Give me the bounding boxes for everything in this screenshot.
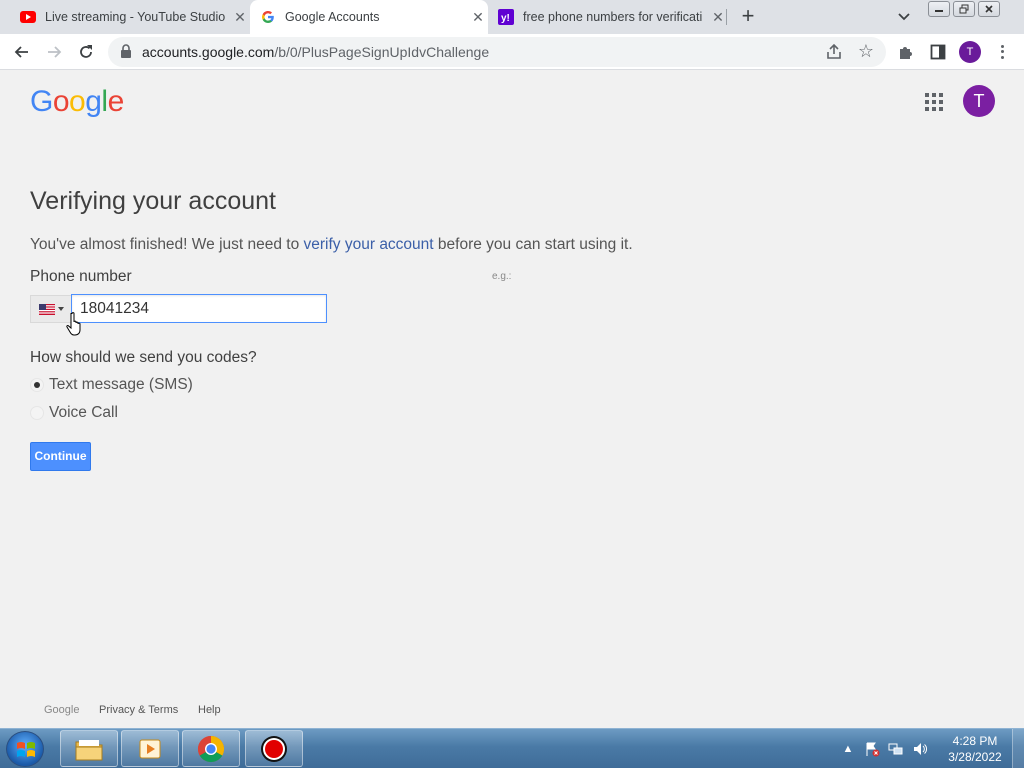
google-icon bbox=[260, 9, 276, 25]
show-desktop-button[interactable] bbox=[1012, 729, 1024, 768]
yahoo-icon: y! bbox=[498, 9, 514, 25]
chevron-down-icon bbox=[57, 307, 64, 311]
close-tab-icon[interactable]: ✕ bbox=[468, 9, 488, 26]
folder-icon bbox=[75, 739, 103, 760]
radio-selected-dot bbox=[34, 382, 40, 388]
close-window-button[interactable] bbox=[978, 1, 1000, 17]
action-center-flag-icon[interactable] bbox=[864, 741, 880, 757]
record-icon bbox=[261, 735, 287, 762]
browser-menu-icon[interactable] bbox=[994, 41, 1010, 63]
svg-text:y!: y! bbox=[501, 13, 510, 24]
restore-button[interactable] bbox=[953, 1, 975, 17]
taskbar-chrome[interactable] bbox=[182, 730, 240, 767]
back-arrow-icon[interactable] bbox=[10, 40, 34, 64]
clock-time: 4:28 PM bbox=[952, 734, 998, 748]
lock-icon[interactable] bbox=[120, 44, 134, 60]
sms-radio[interactable] bbox=[30, 378, 44, 392]
taskbar-clock[interactable]: 4:28 PM 3/28/2022 bbox=[940, 733, 1010, 765]
voice-call-option[interactable]: Voice Call bbox=[30, 404, 118, 422]
chrome-icon bbox=[197, 735, 225, 762]
media-player-icon bbox=[139, 739, 161, 758]
start-button[interactable] bbox=[6, 731, 44, 767]
intro-text-after: before you can start using it. bbox=[433, 236, 633, 253]
address-bar[interactable]: accounts.google.com/b/0/PlusPageSignUpId… bbox=[108, 37, 886, 67]
taskbar-recorder[interactable] bbox=[245, 730, 303, 767]
youtube-icon bbox=[20, 9, 36, 25]
bookmark-star-icon[interactable]: ☆ bbox=[856, 41, 876, 61]
browser-toolbar: accounts.google.com/b/0/PlusPageSignUpId… bbox=[0, 34, 1024, 70]
tab-yahoo-search[interactable]: y! free phone numbers for verificati ✕ bbox=[490, 0, 728, 34]
logo-letter: o bbox=[69, 85, 86, 118]
minimize-button[interactable] bbox=[928, 1, 950, 17]
windows-logo-icon bbox=[17, 742, 35, 757]
logo-letter: o bbox=[52, 85, 70, 118]
voice-call-option-label: Voice Call bbox=[49, 404, 118, 421]
phone-example-hint: e.g.: bbox=[492, 271, 512, 282]
footer-google: Google bbox=[44, 704, 80, 716]
taskbar: ▲ 4:28 PM 3/28/2022 bbox=[0, 728, 1024, 768]
voice-call-radio[interactable] bbox=[30, 406, 44, 420]
side-panel-icon[interactable] bbox=[926, 40, 950, 64]
google-logo: Google bbox=[30, 85, 124, 119]
window-controls bbox=[928, 1, 1000, 17]
phone-number-input[interactable] bbox=[71, 294, 327, 323]
profile-avatar[interactable]: T bbox=[959, 41, 981, 63]
page-content: Google T Verifying your account You've a… bbox=[0, 71, 1024, 728]
sms-option[interactable]: Text message (SMS) bbox=[30, 376, 193, 394]
send-method-question: How should we send you codes? bbox=[30, 349, 257, 366]
show-hidden-icons-icon[interactable]: ▲ bbox=[840, 741, 856, 757]
url-text[interactable]: accounts.google.com/b/0/PlusPageSignUpId… bbox=[142, 44, 489, 60]
tab-title: Google Accounts bbox=[285, 10, 380, 24]
phone-number-label: Phone number bbox=[30, 268, 132, 285]
google-apps-grid-icon[interactable] bbox=[925, 93, 943, 111]
close-tab-icon[interactable]: ✕ bbox=[230, 9, 250, 26]
tab-google-accounts[interactable]: Google Accounts ✕ bbox=[250, 0, 488, 34]
tab-strip: Live streaming - YouTube Studio ✕ Google… bbox=[0, 0, 1024, 34]
footer-privacy-terms-link[interactable]: Privacy & Terms bbox=[99, 704, 178, 716]
verify-account-link[interactable]: verify your account bbox=[304, 236, 434, 253]
url-host: accounts.google.com bbox=[142, 44, 275, 60]
account-avatar[interactable]: T bbox=[963, 85, 995, 117]
continue-button[interactable]: Continue bbox=[30, 442, 91, 471]
taskbar-file-explorer[interactable] bbox=[60, 730, 118, 767]
intro-text: You've almost finished! We just need to … bbox=[30, 236, 633, 254]
reload-icon[interactable] bbox=[74, 40, 98, 64]
sms-option-label: Text message (SMS) bbox=[49, 376, 193, 393]
extensions-puzzle-icon[interactable] bbox=[894, 40, 918, 64]
clock-date: 3/28/2022 bbox=[948, 750, 1002, 764]
logo-letter: g bbox=[85, 85, 102, 118]
tab-search-chevron-icon[interactable] bbox=[894, 6, 914, 26]
url-path: /b/0/PlusPageSignUpIdvChallenge bbox=[274, 44, 490, 60]
network-icon[interactable] bbox=[888, 741, 904, 757]
tab-separator bbox=[726, 9, 727, 25]
taskbar-media-player[interactable] bbox=[121, 730, 179, 767]
volume-icon[interactable] bbox=[912, 741, 928, 757]
tab-youtube-studio[interactable]: Live streaming - YouTube Studio ✕ bbox=[12, 0, 250, 34]
page-title: Verifying your account bbox=[30, 187, 276, 215]
tab-title: free phone numbers for verificati bbox=[523, 10, 703, 24]
system-tray: ▲ bbox=[840, 729, 928, 768]
logo-letter: G bbox=[30, 85, 53, 118]
close-tab-icon[interactable]: ✕ bbox=[708, 9, 728, 26]
forward-arrow-icon[interactable] bbox=[42, 40, 66, 64]
us-flag-icon bbox=[38, 303, 55, 315]
intro-text-before: You've almost finished! We just need to bbox=[30, 236, 304, 253]
share-icon[interactable] bbox=[824, 42, 844, 62]
logo-letter: e bbox=[107, 85, 125, 118]
footer-help-link[interactable]: Help bbox=[198, 704, 221, 716]
tab-title: Live streaming - YouTube Studio bbox=[45, 10, 226, 24]
new-tab-button[interactable]: + bbox=[736, 4, 760, 28]
hand-cursor-icon bbox=[66, 312, 81, 336]
